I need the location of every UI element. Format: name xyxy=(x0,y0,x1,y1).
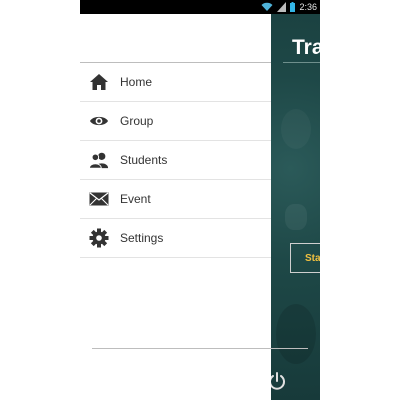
menu-item-label: Students xyxy=(120,153,168,167)
app-background: Tra Sta xyxy=(271,14,320,400)
app-title: Tra xyxy=(292,36,320,59)
home-icon xyxy=(89,72,109,92)
navigation-drawer: Home Group Students Event Settings xyxy=(80,14,271,400)
menu-item-home[interactable]: Home xyxy=(80,63,271,102)
envelope-icon xyxy=(89,189,109,209)
background-decoration xyxy=(285,204,307,230)
gear-icon xyxy=(89,228,109,248)
menu-item-group[interactable]: Group xyxy=(80,102,271,141)
clock: 2:36 xyxy=(299,2,317,12)
signal-icon xyxy=(277,2,287,12)
menu-item-label: Event xyxy=(120,192,151,206)
start-button[interactable]: Sta xyxy=(290,243,320,273)
battery-icon xyxy=(290,2,296,12)
students-icon xyxy=(89,150,109,170)
menu-item-label: Home xyxy=(120,75,153,89)
power-icon[interactable] xyxy=(271,371,287,391)
menu-item-settings[interactable]: Settings xyxy=(80,219,271,258)
phone-screen: 2:36 Tra Sta Home Group Students Event S… xyxy=(80,0,320,400)
background-decoration xyxy=(276,304,316,364)
menu-item-students[interactable]: Students xyxy=(80,141,271,180)
wifi-icon xyxy=(261,2,273,12)
menu-item-event[interactable]: Event xyxy=(80,180,271,219)
start-button-label: Sta xyxy=(305,252,320,264)
menu-item-label: Group xyxy=(120,114,154,128)
status-bar: 2:36 xyxy=(80,0,320,14)
menu-item-label: Settings xyxy=(120,231,164,245)
drawer-menu: Home Group Students Event Settings xyxy=(80,63,271,258)
eye-icon xyxy=(89,111,109,131)
background-decoration xyxy=(281,109,311,149)
divider xyxy=(283,62,320,63)
divider xyxy=(92,348,308,349)
